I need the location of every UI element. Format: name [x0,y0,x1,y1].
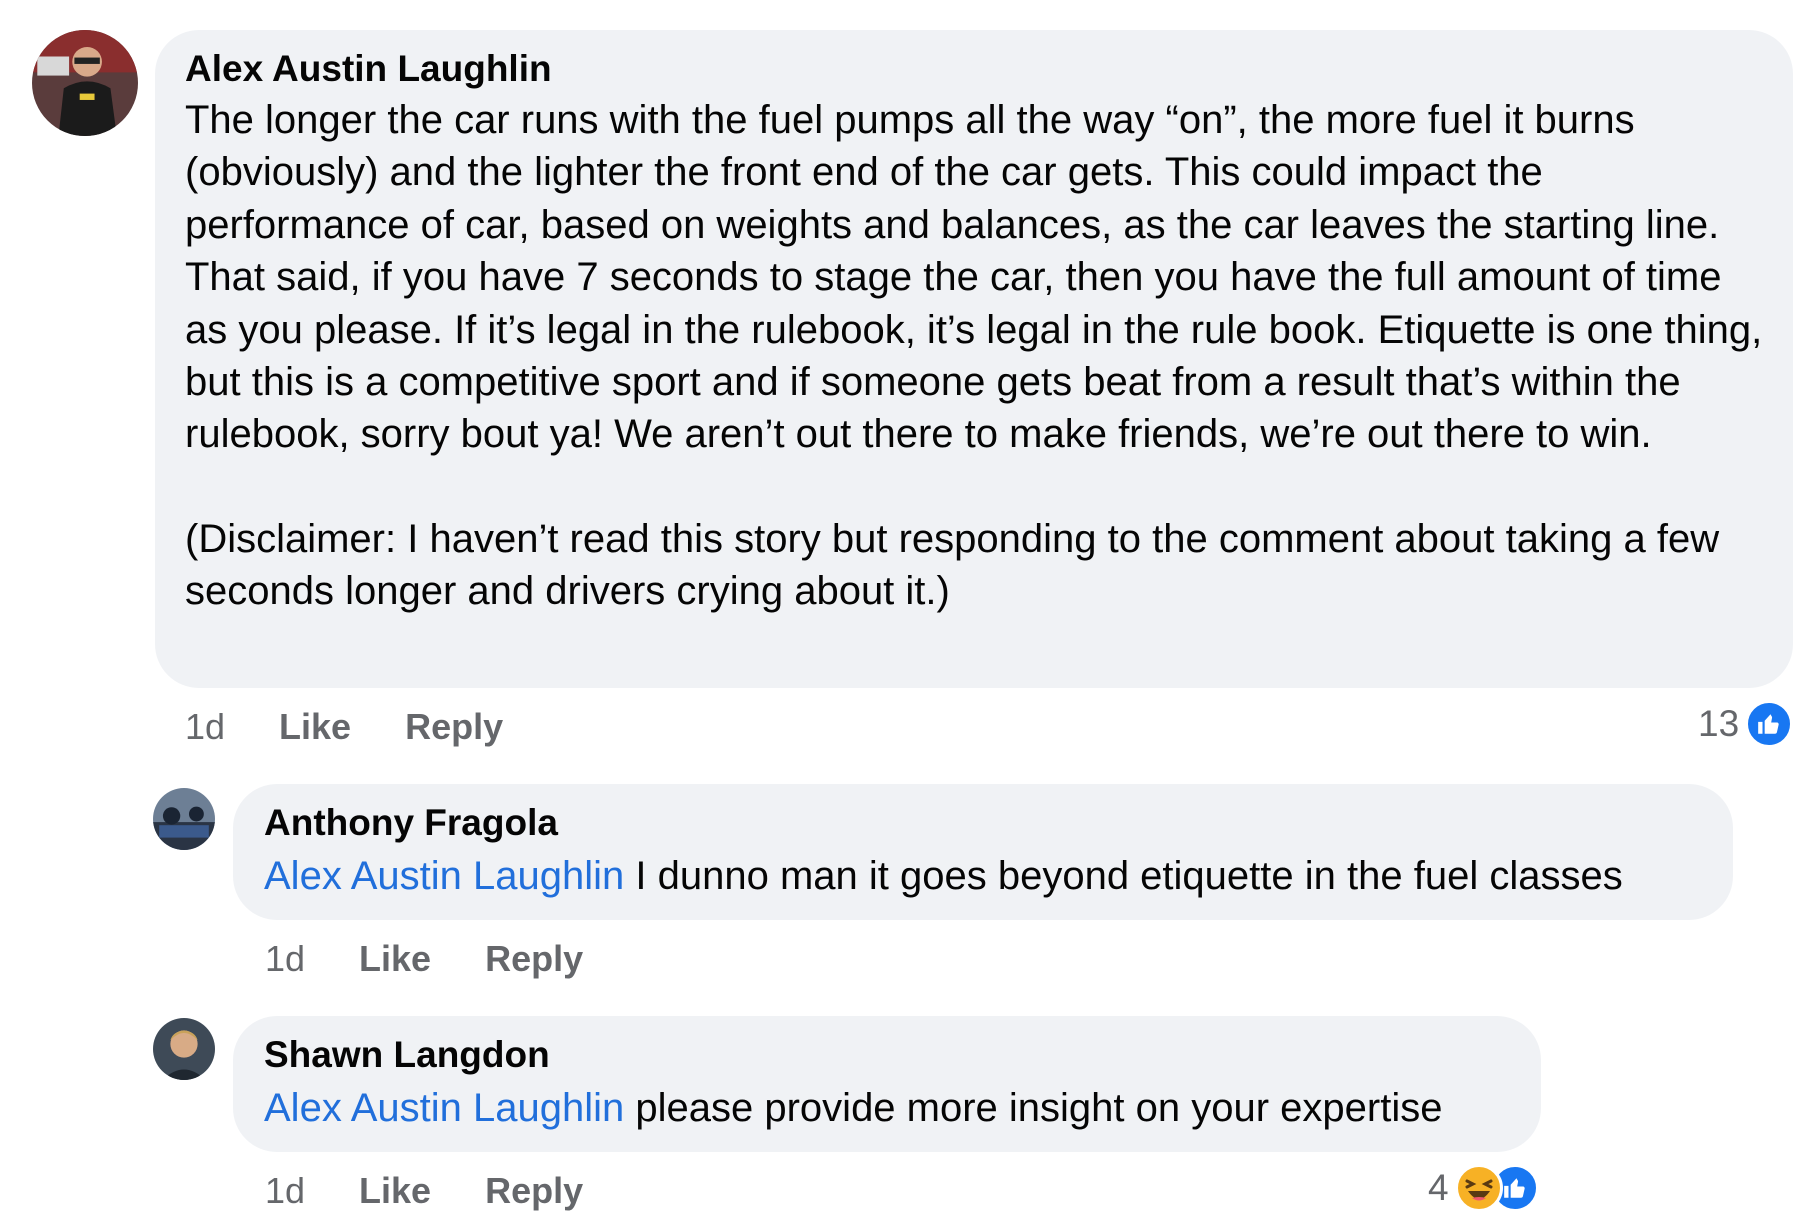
reaction-summary[interactable]: 13 [1698,700,1794,748]
like-icon [1745,700,1794,748]
comment-author[interactable]: Anthony Fragola [264,802,1702,844]
comment-author[interactable]: Shawn Langdon [264,1034,1510,1076]
like-button[interactable]: Like [359,1170,431,1212]
comment-body: please provide more insight on your expe… [624,1086,1443,1130]
avatar-anthony-fragola[interactable] [153,788,215,850]
comment-text: Alex Austin Laughlin please provide more… [264,1082,1510,1134]
reply-bubble: Shawn Langdon Alex Austin Laughlin pleas… [233,1016,1541,1152]
avatar-photo-icon [153,1018,215,1080]
comment-author[interactable]: Alex Austin Laughlin [185,48,1763,90]
reaction-count: 13 [1698,703,1740,744]
avatar-photo-icon [32,30,138,136]
mention-link[interactable]: Alex Austin Laughlin [264,854,624,898]
mention-link[interactable]: Alex Austin Laughlin [264,1086,624,1130]
comment-text: The longer the car runs with the fuel pu… [185,98,1763,457]
like-button[interactable]: Like [279,706,351,748]
comment-time[interactable]: 1d [185,706,225,748]
reaction-count: 4 [1428,1167,1449,1208]
comment-text-disclaimer: (Disclaimer: I haven’t read this story b… [185,516,1720,614]
avatar-photo-icon [153,788,215,850]
reply-bubble: Anthony Fragola Alex Austin Laughlin I d… [233,784,1733,920]
avatar-alex-austin-laughlin[interactable] [32,30,138,136]
avatar-shawn-langdon[interactable] [153,1018,215,1080]
comment-actions: 1d Like Reply [185,706,557,748]
comment-bubble: Alex Austin Laughlin The longer the car … [155,30,1793,688]
comment-actions: 1d Like Reply [265,938,637,980]
comment-time[interactable]: 1d [265,938,305,980]
comment-body: I dunno man it goes beyond etiquette in … [624,854,1623,898]
like-button[interactable]: Like [359,938,431,980]
comment-actions: 1d Like Reply [265,1170,637,1212]
reply-button[interactable]: Reply [485,938,583,980]
reply-button[interactable]: Reply [485,1170,583,1212]
reply-button[interactable]: Reply [405,706,503,748]
haha-icon [1454,1164,1503,1212]
comment-time[interactable]: 1d [265,1170,305,1212]
comment-text: Alex Austin Laughlin I dunno man it goes… [264,850,1702,902]
reaction-summary[interactable]: 4 [1428,1164,1539,1212]
